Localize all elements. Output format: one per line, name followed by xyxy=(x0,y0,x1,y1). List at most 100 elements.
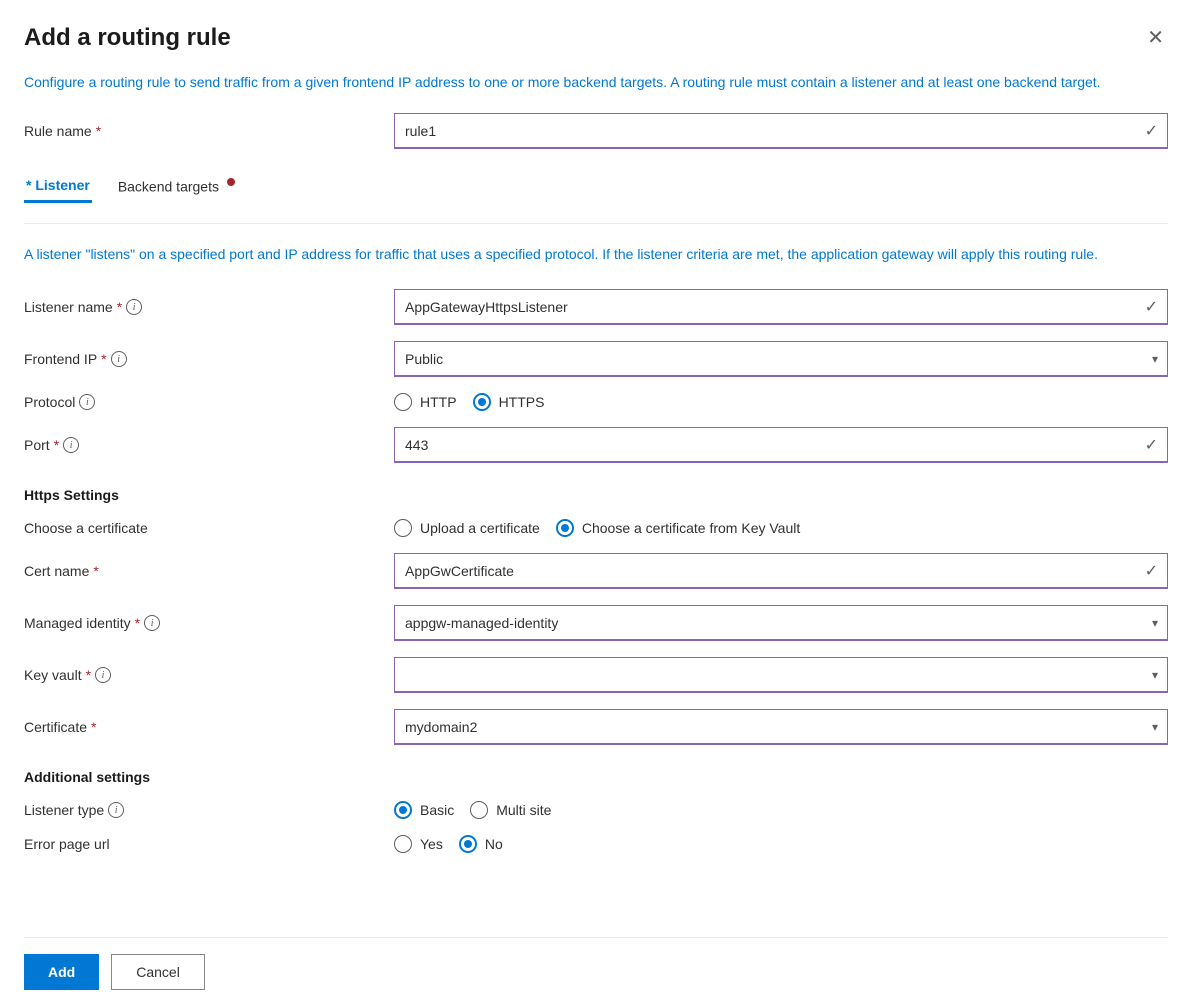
error-page-yes-option[interactable]: Yes xyxy=(394,835,443,853)
port-row: Port * i ✓ xyxy=(24,427,1168,463)
listener-name-label: Listener name * i xyxy=(24,299,394,315)
listener-type-info-icon[interactable]: i xyxy=(108,802,124,818)
cancel-button[interactable]: Cancel xyxy=(111,954,205,990)
protocol-http-option[interactable]: HTTP xyxy=(394,393,457,411)
frontend-ip-select[interactable]: Public Private xyxy=(394,341,1168,377)
check-icon: ✓ xyxy=(1145,121,1158,141)
cert-name-input-wrapper: ✓ xyxy=(394,553,1168,589)
certificate-input-area: mydomain2 ▾ xyxy=(394,709,1168,745)
managed-identity-input-area: appgw-managed-identity ▾ xyxy=(394,605,1168,641)
tab-listener[interactable]: * Listener xyxy=(24,169,92,203)
error-page-url-input-area: Yes No xyxy=(394,835,1168,853)
error-page-url-radio-group: Yes No xyxy=(394,835,1168,853)
cert-name-input[interactable] xyxy=(394,553,1168,589)
port-label: Port * i xyxy=(24,437,394,453)
error-page-no-radio[interactable] xyxy=(459,835,477,853)
upload-certificate-option[interactable]: Upload a certificate xyxy=(394,519,540,537)
key-vault-select[interactable] xyxy=(394,657,1168,693)
listener-type-label: Listener type i xyxy=(24,802,394,818)
additional-settings-heading: Additional settings xyxy=(24,769,1168,785)
listener-name-check-icon: ✓ xyxy=(1145,297,1158,317)
listener-description: A listener "listens" on a specified port… xyxy=(24,244,1168,265)
listener-type-row: Listener type i Basic Multi site xyxy=(24,801,1168,819)
port-input-area: ✓ xyxy=(394,427,1168,463)
certificate-row: Certificate * mydomain2 ▾ xyxy=(24,709,1168,745)
key-vault-row: Key vault * i ▾ xyxy=(24,657,1168,693)
cert-name-check-icon: ✓ xyxy=(1145,561,1158,581)
certificate-radio-group: Upload a certificate Choose a certificat… xyxy=(394,519,1168,537)
protocol-info-icon[interactable]: i xyxy=(79,394,95,410)
error-page-no-option[interactable]: No xyxy=(459,835,503,853)
listener-type-basic-radio[interactable] xyxy=(394,801,412,819)
add-button[interactable]: Add xyxy=(24,954,99,990)
dialog-description: Configure a routing rule to send traffic… xyxy=(24,72,1168,93)
error-page-url-label: Error page url xyxy=(24,836,394,852)
listener-type-multisite-option[interactable]: Multi site xyxy=(470,801,551,819)
protocol-input-area: HTTP HTTPS xyxy=(394,393,1168,411)
keyvault-certificate-radio[interactable] xyxy=(556,519,574,537)
close-button[interactable]: ✕ xyxy=(1143,24,1168,52)
certificate-label: Certificate * xyxy=(24,719,394,735)
dialog: Add a routing rule ✕ Configure a routing… xyxy=(0,0,1200,1006)
managed-identity-label: Managed identity * i xyxy=(24,615,394,631)
tab-notification-dot xyxy=(227,178,235,186)
rule-name-input-wrapper: ✓ xyxy=(394,113,1168,149)
managed-identity-select-wrapper: appgw-managed-identity ▾ xyxy=(394,605,1168,641)
protocol-https-radio[interactable] xyxy=(473,393,491,411)
keyvault-certificate-option[interactable]: Choose a certificate from Key Vault xyxy=(556,519,800,537)
rule-name-row: Rule name * ✓ xyxy=(24,113,1168,149)
port-info-icon[interactable]: i xyxy=(63,437,79,453)
listener-type-input-area: Basic Multi site xyxy=(394,801,1168,819)
footer-bar: Add Cancel xyxy=(24,937,1168,1006)
cert-name-input-area: ✓ xyxy=(394,553,1168,589)
rule-name-input-area: ✓ xyxy=(394,113,1168,149)
certificate-select-wrapper: mydomain2 ▾ xyxy=(394,709,1168,745)
https-settings-heading: Https Settings xyxy=(24,487,1168,503)
cert-name-row: Cert name * ✓ xyxy=(24,553,1168,589)
certificate-select[interactable]: mydomain2 xyxy=(394,709,1168,745)
listener-type-multisite-radio[interactable] xyxy=(470,801,488,819)
dialog-title: Add a routing rule xyxy=(24,24,231,52)
listener-name-row: Listener name * i ✓ xyxy=(24,289,1168,325)
key-vault-info-icon[interactable]: i xyxy=(95,667,111,683)
protocol-http-radio[interactable] xyxy=(394,393,412,411)
frontend-ip-select-wrapper: Public Private ▾ xyxy=(394,341,1168,377)
error-page-url-row: Error page url Yes No xyxy=(24,835,1168,853)
required-star: * xyxy=(96,123,101,139)
protocol-https-option[interactable]: HTTPS xyxy=(473,393,545,411)
upload-certificate-radio[interactable] xyxy=(394,519,412,537)
cert-name-label: Cert name * xyxy=(24,563,394,579)
tabs-section: * Listener Backend targets xyxy=(24,169,1168,203)
frontend-ip-label: Frontend IP * i xyxy=(24,351,394,367)
frontend-ip-row: Frontend IP * i Public Private ▾ xyxy=(24,341,1168,377)
choose-certificate-input-area: Upload a certificate Choose a certificat… xyxy=(394,519,1168,537)
frontend-ip-input-area: Public Private ▾ xyxy=(394,341,1168,377)
managed-identity-row: Managed identity * i appgw-managed-ident… xyxy=(24,605,1168,641)
managed-identity-info-icon[interactable]: i xyxy=(144,615,160,631)
listener-name-info-icon[interactable]: i xyxy=(126,299,142,315)
key-vault-label: Key vault * i xyxy=(24,667,394,683)
port-input-wrapper: ✓ xyxy=(394,427,1168,463)
key-vault-select-wrapper: ▾ xyxy=(394,657,1168,693)
tab-backend-targets[interactable]: Backend targets xyxy=(116,170,237,203)
choose-certificate-label: Choose a certificate xyxy=(24,520,394,536)
protocol-label: Protocol i xyxy=(24,394,394,410)
dialog-header: Add a routing rule ✕ xyxy=(24,24,1168,52)
protocol-row: Protocol i HTTP HTTPS xyxy=(24,393,1168,411)
port-input[interactable] xyxy=(394,427,1168,463)
listener-type-radio-group: Basic Multi site xyxy=(394,801,1168,819)
protocol-radio-group: HTTP HTTPS xyxy=(394,393,1168,411)
listener-type-basic-option[interactable]: Basic xyxy=(394,801,454,819)
rule-name-input[interactable] xyxy=(394,113,1168,149)
listener-name-wrapper: ✓ xyxy=(394,289,1168,325)
managed-identity-select[interactable]: appgw-managed-identity xyxy=(394,605,1168,641)
error-page-yes-radio[interactable] xyxy=(394,835,412,853)
frontend-ip-info-icon[interactable]: i xyxy=(111,351,127,367)
choose-certificate-row: Choose a certificate Upload a certificat… xyxy=(24,519,1168,537)
tabs-divider xyxy=(24,223,1168,224)
rule-name-label: Rule name * xyxy=(24,123,394,139)
listener-name-input-area: ✓ xyxy=(394,289,1168,325)
listener-name-input[interactable] xyxy=(394,289,1168,325)
key-vault-input-area: ▾ xyxy=(394,657,1168,693)
port-check-icon: ✓ xyxy=(1145,435,1158,455)
